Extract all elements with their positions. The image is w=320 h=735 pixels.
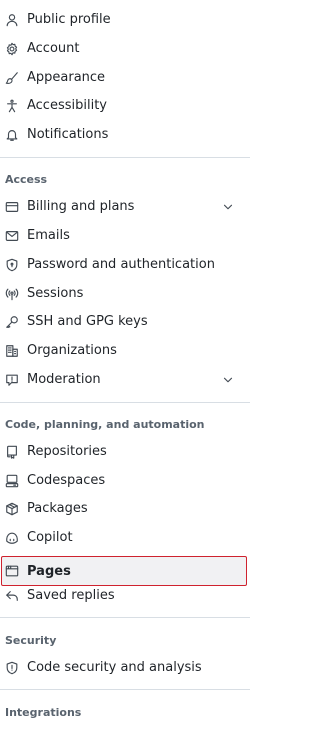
sidebar-item-label: Accessibility [27,98,107,113]
sidebar-item-label: Password and authentication [27,257,215,272]
sidebar-item-label: Notifications [27,127,109,142]
sidebar-item-label: Billing and plans [27,199,135,214]
sidebar-item-account[interactable]: Account [0,35,250,63]
sidebar-item-label: Pages [27,564,71,579]
key-icon [4,314,20,330]
section-heading-security: Security [5,634,57,647]
mail-icon [4,228,20,244]
sidebar-item-copilot[interactable]: Copilot [0,524,250,552]
section-divider [0,402,250,403]
sidebar-item-password-and-authentication[interactable]: Password and authentication [0,251,250,279]
codespaces-icon [4,473,20,489]
sidebar-item-codespaces[interactable]: Codespaces [0,467,250,495]
sidebar-item-label: Public profile [27,12,111,27]
broadcast-icon [4,286,20,302]
sidebar-item-label: Code security and analysis [27,660,202,675]
sidebar-item-label: SSH and GPG keys [27,314,148,329]
copilot-icon [4,530,20,546]
sidebar-item-label: Organizations [27,343,117,358]
sidebar-item-label: Codespaces [27,473,106,488]
sidebar-item-label: Emails [27,228,70,243]
sidebar-item-saved-replies[interactable]: Saved replies [0,582,250,610]
sidebar-item-label: Account [27,41,80,56]
person-icon [4,12,20,28]
accessibility-icon [4,98,20,114]
sidebar-item-public-profile[interactable]: Public profile [0,6,250,34]
paintbrush-icon [4,70,20,86]
sidebar-item-billing-and-plans[interactable]: Billing and plans [0,193,250,221]
reply-icon [4,588,20,604]
section-divider [0,617,250,618]
sidebar-item-repositories[interactable]: Repositories [0,438,250,466]
sidebar-item-appearance[interactable]: Appearance [0,64,250,92]
organization-icon [4,343,20,359]
chevron-down-icon[interactable] [221,373,235,387]
section-divider [0,689,250,690]
section-heading-code-planning-automation: Code, planning, and automation [5,418,205,431]
sidebar-item-organizations[interactable]: Organizations [0,337,250,365]
package-icon [4,501,20,517]
section-heading-integrations: Integrations [5,706,82,719]
section-divider [0,157,250,158]
repo-icon [4,444,20,460]
sidebar-item-label: Sessions [27,286,84,301]
sidebar-item-emails[interactable]: Emails [0,222,250,250]
sidebar-item-label: Copilot [27,530,73,545]
sidebar-item-accessibility[interactable]: Accessibility [0,92,250,120]
chevron-down-icon[interactable] [221,200,235,214]
report-icon [4,372,20,388]
sidebar-item-moderation[interactable]: Moderation [0,366,250,394]
sidebar-item-label: Appearance [27,70,106,85]
browser-icon [4,563,20,579]
sidebar-item-sessions[interactable]: Sessions [0,280,250,308]
gear-icon [4,41,20,57]
sidebar-item-label: Repositories [27,444,107,459]
sidebar-item-packages[interactable]: Packages [0,495,250,523]
shield-icon [4,660,20,676]
sidebar-item-notifications[interactable]: Notifications [0,121,250,149]
section-heading-access: Access [5,173,48,186]
sidebar-item-label: Packages [27,501,88,516]
sidebar-item-label: Moderation [27,372,101,387]
shield-lock-icon [4,257,20,273]
sidebar-item-label: Saved replies [27,588,115,603]
credit-card-icon [4,199,20,215]
sidebar-item-ssh-and-gpg-keys[interactable]: SSH and GPG keys [0,308,250,336]
sidebar-item-code-security-and-analysis[interactable]: Code security and analysis [0,654,250,682]
bell-icon [4,127,20,143]
settings-sidebar-nav: Public profile Account Appearance Access… [0,0,264,735]
